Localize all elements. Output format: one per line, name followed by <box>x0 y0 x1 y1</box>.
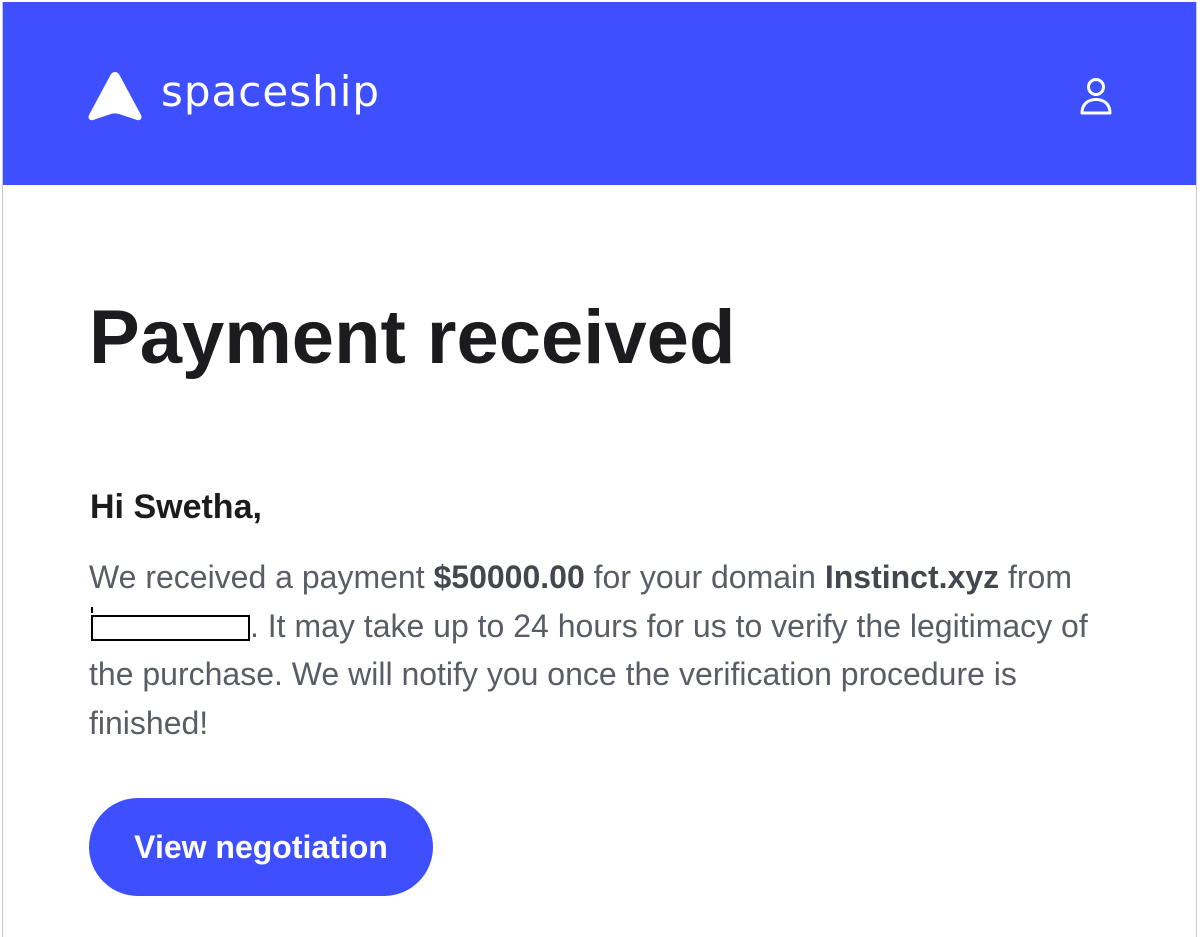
email-header: spaceship <box>3 2 1196 185</box>
domain-name: Instinct.xyz <box>824 559 1000 595</box>
email-title: Payment received <box>89 295 736 380</box>
view-negotiation-button[interactable]: View negotiation <box>89 798 433 896</box>
user-icon <box>1080 78 1112 115</box>
account-button[interactable] <box>1078 76 1114 116</box>
body-text-3: from <box>999 559 1072 595</box>
brand-logo[interactable]: spaceship <box>85 66 380 126</box>
spaceship-logo-icon <box>88 72 142 121</box>
payment-amount: $50000.00 <box>433 559 585 595</box>
redacted-sender <box>91 606 250 641</box>
greeting: Hi Swetha, <box>90 488 262 526</box>
email-frame: spaceship Payment received Hi Swetha, We… <box>2 2 1197 937</box>
email-body: We received a payment $50000.00 for your… <box>89 553 1129 747</box>
body-text-2: for your domain <box>584 559 825 595</box>
body-text-1: We received a payment <box>89 559 434 595</box>
brand-name: spaceship <box>161 67 381 116</box>
